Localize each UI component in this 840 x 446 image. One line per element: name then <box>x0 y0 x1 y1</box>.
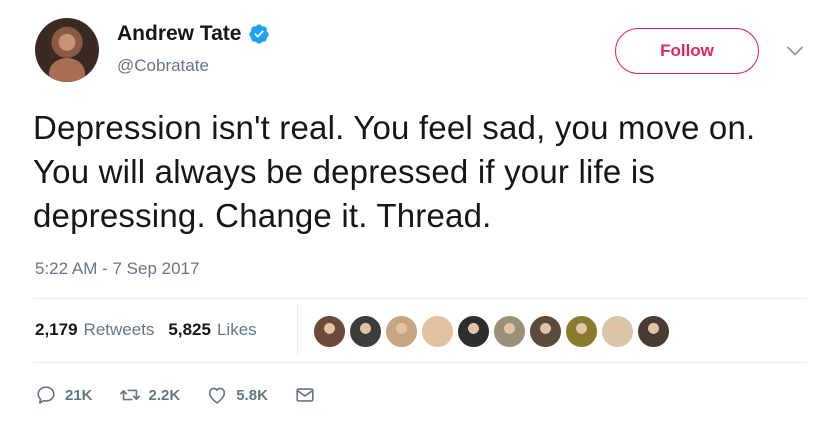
likes-label: Likes <box>216 320 257 339</box>
avatar[interactable] <box>35 18 99 82</box>
tweet-stats: 2,179 Retweets 5,825 Likes <box>35 320 257 340</box>
divider <box>33 298 807 299</box>
tweet-text: Depression isn't real. You feel sad, you… <box>33 109 756 234</box>
heart-icon <box>209 387 226 404</box>
likes-stat[interactable]: 5,825 Likes <box>168 320 256 340</box>
display-name[interactable]: Andrew Tate <box>117 22 241 46</box>
liker-avatar[interactable] <box>528 314 563 349</box>
retweet-icon <box>119 389 140 401</box>
envelope-icon <box>296 388 314 402</box>
like-count: 5.8K <box>236 386 268 404</box>
liker-avatar[interactable] <box>636 314 671 349</box>
liker-avatar[interactable] <box>456 314 491 349</box>
verified-badge-icon <box>249 24 270 44</box>
follow-button[interactable]: Follow <box>615 28 759 74</box>
reply-action[interactable]: 21K <box>35 384 93 406</box>
liker-avatar[interactable] <box>348 314 383 349</box>
liker-avatar[interactable] <box>492 314 527 349</box>
liker-avatar[interactable] <box>384 314 419 349</box>
tweet-card: Andrew Tate @Cobratate Follow Depression… <box>0 0 840 446</box>
divider <box>33 362 807 363</box>
retweets-stat[interactable]: 2,179 Retweets <box>35 320 154 340</box>
likes-count: 5,825 <box>168 320 211 339</box>
user-name-row: Andrew Tate <box>117 22 270 46</box>
reply-count: 21K <box>65 386 93 404</box>
liker-avatar[interactable] <box>600 314 635 349</box>
retweets-count: 2,179 <box>35 320 78 339</box>
liker-avatar[interactable] <box>312 314 347 349</box>
tweet-actions: 21K 2.2K 5.8K <box>35 384 342 406</box>
chevron-down-icon[interactable] <box>786 42 804 60</box>
like-action[interactable]: 5.8K <box>206 384 268 406</box>
stats-separator <box>297 304 298 356</box>
liker-avatar[interactable] <box>564 314 599 349</box>
liker-avatar[interactable] <box>420 314 455 349</box>
retweet-action[interactable]: 2.2K <box>119 384 181 406</box>
user-handle[interactable]: @Cobratate <box>117 56 209 76</box>
retweet-count: 2.2K <box>148 386 181 404</box>
liker-avatars <box>312 314 672 349</box>
reply-icon <box>37 386 55 404</box>
retweets-label: Retweets <box>83 320 155 339</box>
message-action[interactable] <box>294 384 316 406</box>
tweet-timestamp[interactable]: 5:22 AM - 7 Sep 2017 <box>35 259 199 279</box>
